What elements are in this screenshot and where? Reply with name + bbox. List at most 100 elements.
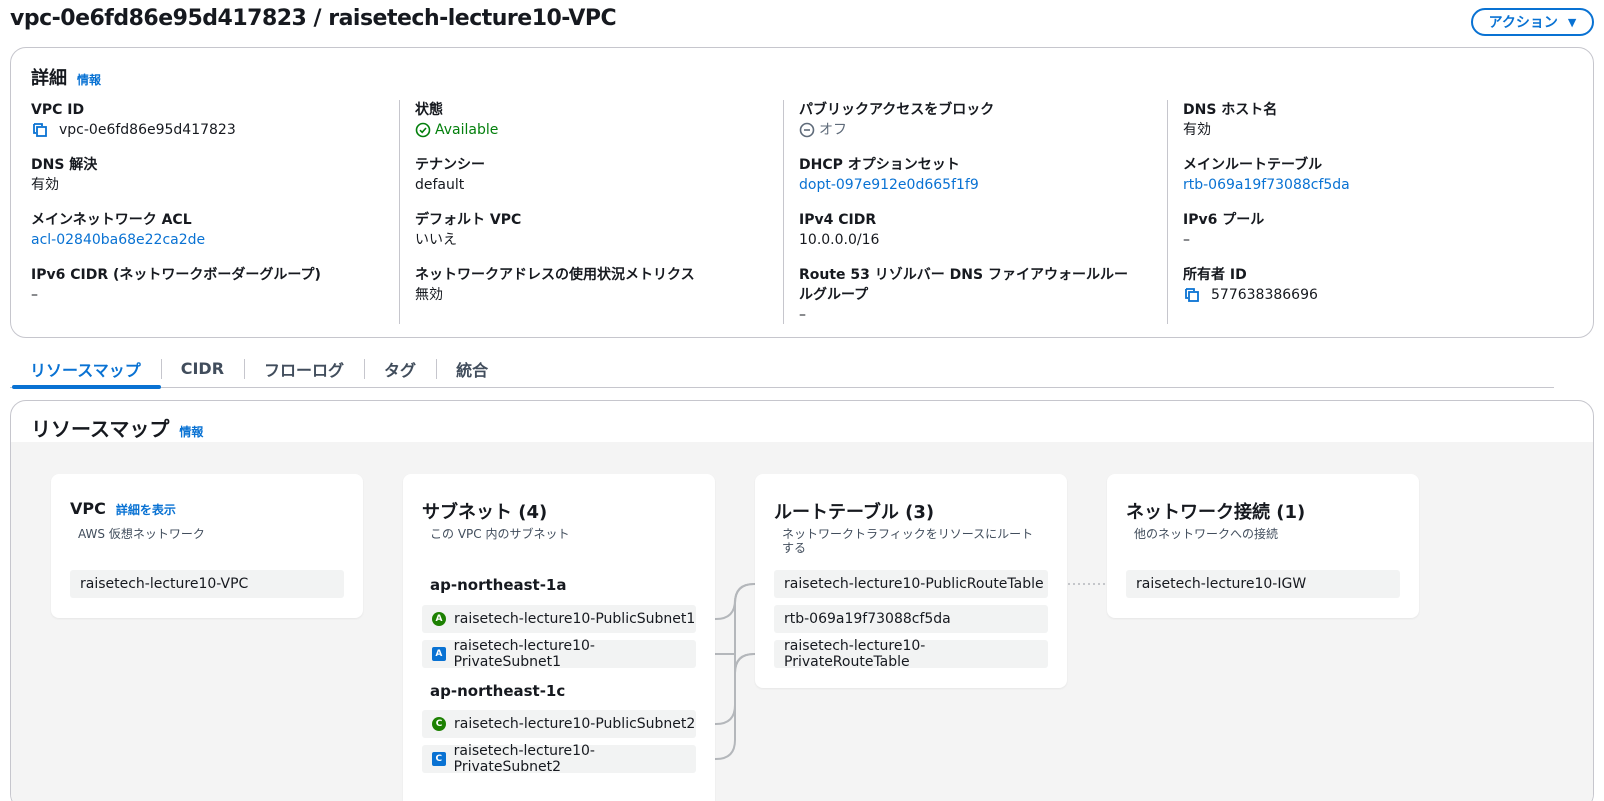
availability-zone-label: ap-northeast-1a <box>430 576 567 594</box>
details-column-4: DNS ホスト名 有効 メインルートテーブル rtb-069a19f73088c… <box>1167 100 1551 324</box>
details-info-link[interactable]: 情報 <box>77 73 101 87</box>
field-dns-hostnames: DNS ホスト名 有効 <box>1183 100 1535 140</box>
route-table-item[interactable]: raisetech-lecture10-PublicRouteTable <box>774 570 1048 598</box>
field-dns-resolution: DNS 解決 有効 <box>31 155 383 195</box>
actions-button-label: アクション <box>1488 15 1558 31</box>
subnet-name: raisetech-lecture10-PrivateSubnet1 <box>453 638 595 670</box>
page-title: vpc-0e6fd86e95d417823 / raisetech-lectur… <box>10 6 617 31</box>
subnet-name: raisetech-lecture10-PrivateSubnet2 <box>453 743 595 775</box>
field-dhcp-option-set: DHCP オプションセット dopt-097e912e0d665f1f9 <box>799 155 1151 195</box>
field-owner-id: 所有者 ID 577638386696 <box>1183 265 1535 305</box>
field-label: 状態 <box>415 102 443 118</box>
field-value: – <box>31 287 38 303</box>
route-tables-card-description: ネットワークトラフィックをリソースにルートする <box>782 527 1034 555</box>
dhcp-option-set-link[interactable]: dopt-097e912e0d665f1f9 <box>799 175 1151 195</box>
field-main-route-table: メインルートテーブル rtb-069a19f73088cf5da <box>1183 155 1535 195</box>
tab-cidr[interactable]: CIDR <box>160 351 244 387</box>
field-tenancy: テナンシー default <box>415 155 767 195</box>
copy-icon[interactable] <box>31 121 49 139</box>
vpc-card-title: VPC 詳細を表示 <box>70 498 176 519</box>
field-value: – <box>1183 232 1190 248</box>
tab-flow-logs[interactable]: フローログ <box>244 351 364 387</box>
subnet-item[interactable]: A raisetech-lecture10-PublicSubnet1 <box>422 605 696 633</box>
resource-map-panel: リソースマップ 情報 VPC 詳細を表示 AWS 仮想ネットワーク raisetec… <box>10 400 1594 801</box>
field-value: いいえ <box>415 232 457 248</box>
field-ipv6-pool: IPv6 プール – <box>1183 210 1535 250</box>
details-column-3: パブリックアクセスをブロック オフ DHCP オプションセット dopt-097… <box>783 100 1167 324</box>
field-label: メインルートテーブル <box>1183 157 1323 173</box>
field-value: 無効 <box>415 287 443 303</box>
route-table-item[interactable]: raisetech-lecture10-PrivateRouteTable <box>774 638 1048 670</box>
public-subnet-badge-icon: C <box>432 717 446 731</box>
vpc-item[interactable]: raisetech-lecture10-VPC <box>70 570 344 598</box>
tab-resource-map[interactable]: リソースマップ <box>10 351 161 389</box>
field-value-row: Available <box>415 120 767 140</box>
status-off-icon <box>799 122 815 138</box>
caret-down-icon: ▼ <box>1567 15 1577 29</box>
resource-map-title: リソースマップ 情報 <box>31 413 203 442</box>
field-label: 所有者 ID <box>1183 267 1247 283</box>
details-column-2: 状態 Available テナンシー default デフォルト VPC いいえ… <box>399 100 783 324</box>
field-label: テナンシー <box>415 157 485 173</box>
details-column-1: VPC ID vpc-0e6fd86e95d417823 DNS 解決 有効 メ… <box>11 100 399 324</box>
route-tables-card: ルートテーブル (3) ネットワークトラフィックをリソースにルートする rais… <box>755 474 1067 688</box>
vpc-detail-link[interactable]: 詳細を表示 <box>116 503 176 517</box>
details-title: 詳細 情報 <box>31 64 101 90</box>
subnets-card: サブネット (4) この VPC 内のサブネット ap-northeast-1a… <box>403 474 715 801</box>
field-label: ネットワークアドレスの使用状況メトリクス <box>415 267 695 283</box>
status-text: オフ <box>819 122 847 138</box>
field-value: default <box>415 177 465 193</box>
field-label: VPC ID <box>31 102 85 118</box>
subnet-name: raisetech-lecture10-PublicSubnet1 <box>454 611 696 627</box>
tab-tags[interactable]: タグ <box>364 351 436 387</box>
tab-bar: リソースマップ CIDR フローログ タグ 統合 <box>10 350 1554 389</box>
subnet-item[interactable]: A raisetech-lecture10-PrivateSubnet1 <box>422 638 696 670</box>
tab-integrations[interactable]: 統合 <box>436 351 508 387</box>
main-network-acl-link[interactable]: acl-02840ba68e22ca2de <box>31 230 383 250</box>
main-route-table-link[interactable]: rtb-069a19f73088cf5da <box>1183 175 1535 195</box>
subnets-card-description: この VPC 内のサブネット <box>430 527 570 541</box>
route-tables-card-title: ルートテーブル (3) <box>774 502 935 523</box>
subnet-name: raisetech-lecture10-PublicSubnet2 <box>454 716 696 732</box>
subnet-item[interactable]: C raisetech-lecture10-PrivateSubnet2 <box>422 743 696 775</box>
network-connection-item[interactable]: raisetech-lecture10-IGW <box>1126 570 1400 598</box>
copy-icon[interactable] <box>1183 286 1201 304</box>
vpc-card-title-text: VPC <box>70 499 106 518</box>
resource-map-canvas: VPC 詳細を表示 AWS 仮想ネットワーク raisetech-lecture1… <box>11 442 1593 801</box>
field-block-public-access: パブリックアクセスをブロック オフ <box>799 100 1151 140</box>
field-label: Route 53 リゾルバー DNS ファイアウォールルールグループ <box>799 267 1128 303</box>
details-title-text: 詳細 <box>31 68 67 89</box>
field-value: vpc-0e6fd86e95d417823 <box>59 122 236 138</box>
field-ipv6-cidr: IPv6 CIDR (ネットワークボーダーグループ) – <box>31 265 383 305</box>
subnets-card-title: サブネット (4) <box>422 502 548 523</box>
field-label: パブリックアクセスをブロック <box>799 102 995 118</box>
field-value: – <box>799 307 806 323</box>
public-subnet-badge-icon: A <box>432 612 446 626</box>
vpc-card-description: AWS 仮想ネットワーク <box>78 527 205 541</box>
field-value: 577638386696 <box>1211 287 1318 303</box>
actions-button[interactable]: アクション ▼ <box>1471 8 1594 36</box>
resource-map-title-text: リソースマップ <box>31 417 170 441</box>
details-panel: 詳細 情報 VPC ID vpc-0e6fd86e95d417823 DNS 解決… <box>10 47 1594 338</box>
field-label: DHCP オプションセット <box>799 157 960 173</box>
field-route53-resolver-firewall: Route 53 リゾルバー DNS ファイアウォールルールグループ – <box>799 265 1139 325</box>
route-table-item[interactable]: rtb-069a19f73088cf5da <box>774 605 1048 633</box>
field-value: 有効 <box>31 177 59 193</box>
field-address-usage-metrics: ネットワークアドレスの使用状況メトリクス 無効 <box>415 265 767 305</box>
availability-zone-label: ap-northeast-1c <box>430 682 566 700</box>
resource-map-info-link[interactable]: 情報 <box>179 425 203 439</box>
private-subnet-badge-icon: A <box>432 647 446 661</box>
field-main-network-acl: メインネットワーク ACL acl-02840ba68e22ca2de <box>31 210 383 250</box>
field-value-row: オフ <box>799 120 1151 140</box>
status-text: Available <box>435 122 499 138</box>
field-label: メインネットワーク ACL <box>31 212 192 228</box>
field-vpc-id: VPC ID vpc-0e6fd86e95d417823 <box>31 100 383 140</box>
field-ipv4-cidr: IPv4 CIDR 10.0.0.0/16 <box>799 210 1151 250</box>
field-state: 状態 Available <box>415 100 767 140</box>
field-value: 有効 <box>1183 122 1211 138</box>
network-connections-card-title: ネットワーク接続 (1) <box>1126 502 1306 523</box>
network-connections-card-description: 他のネットワークへの接続 <box>1134 527 1279 541</box>
network-connections-card: ネットワーク接続 (1) 他のネットワークへの接続 raisetech-lect… <box>1107 474 1419 618</box>
subnet-item[interactable]: C raisetech-lecture10-PublicSubnet2 <box>422 710 696 738</box>
vpc-detail-page: vpc-0e6fd86e95d417823 / raisetech-lectur… <box>0 0 1604 801</box>
